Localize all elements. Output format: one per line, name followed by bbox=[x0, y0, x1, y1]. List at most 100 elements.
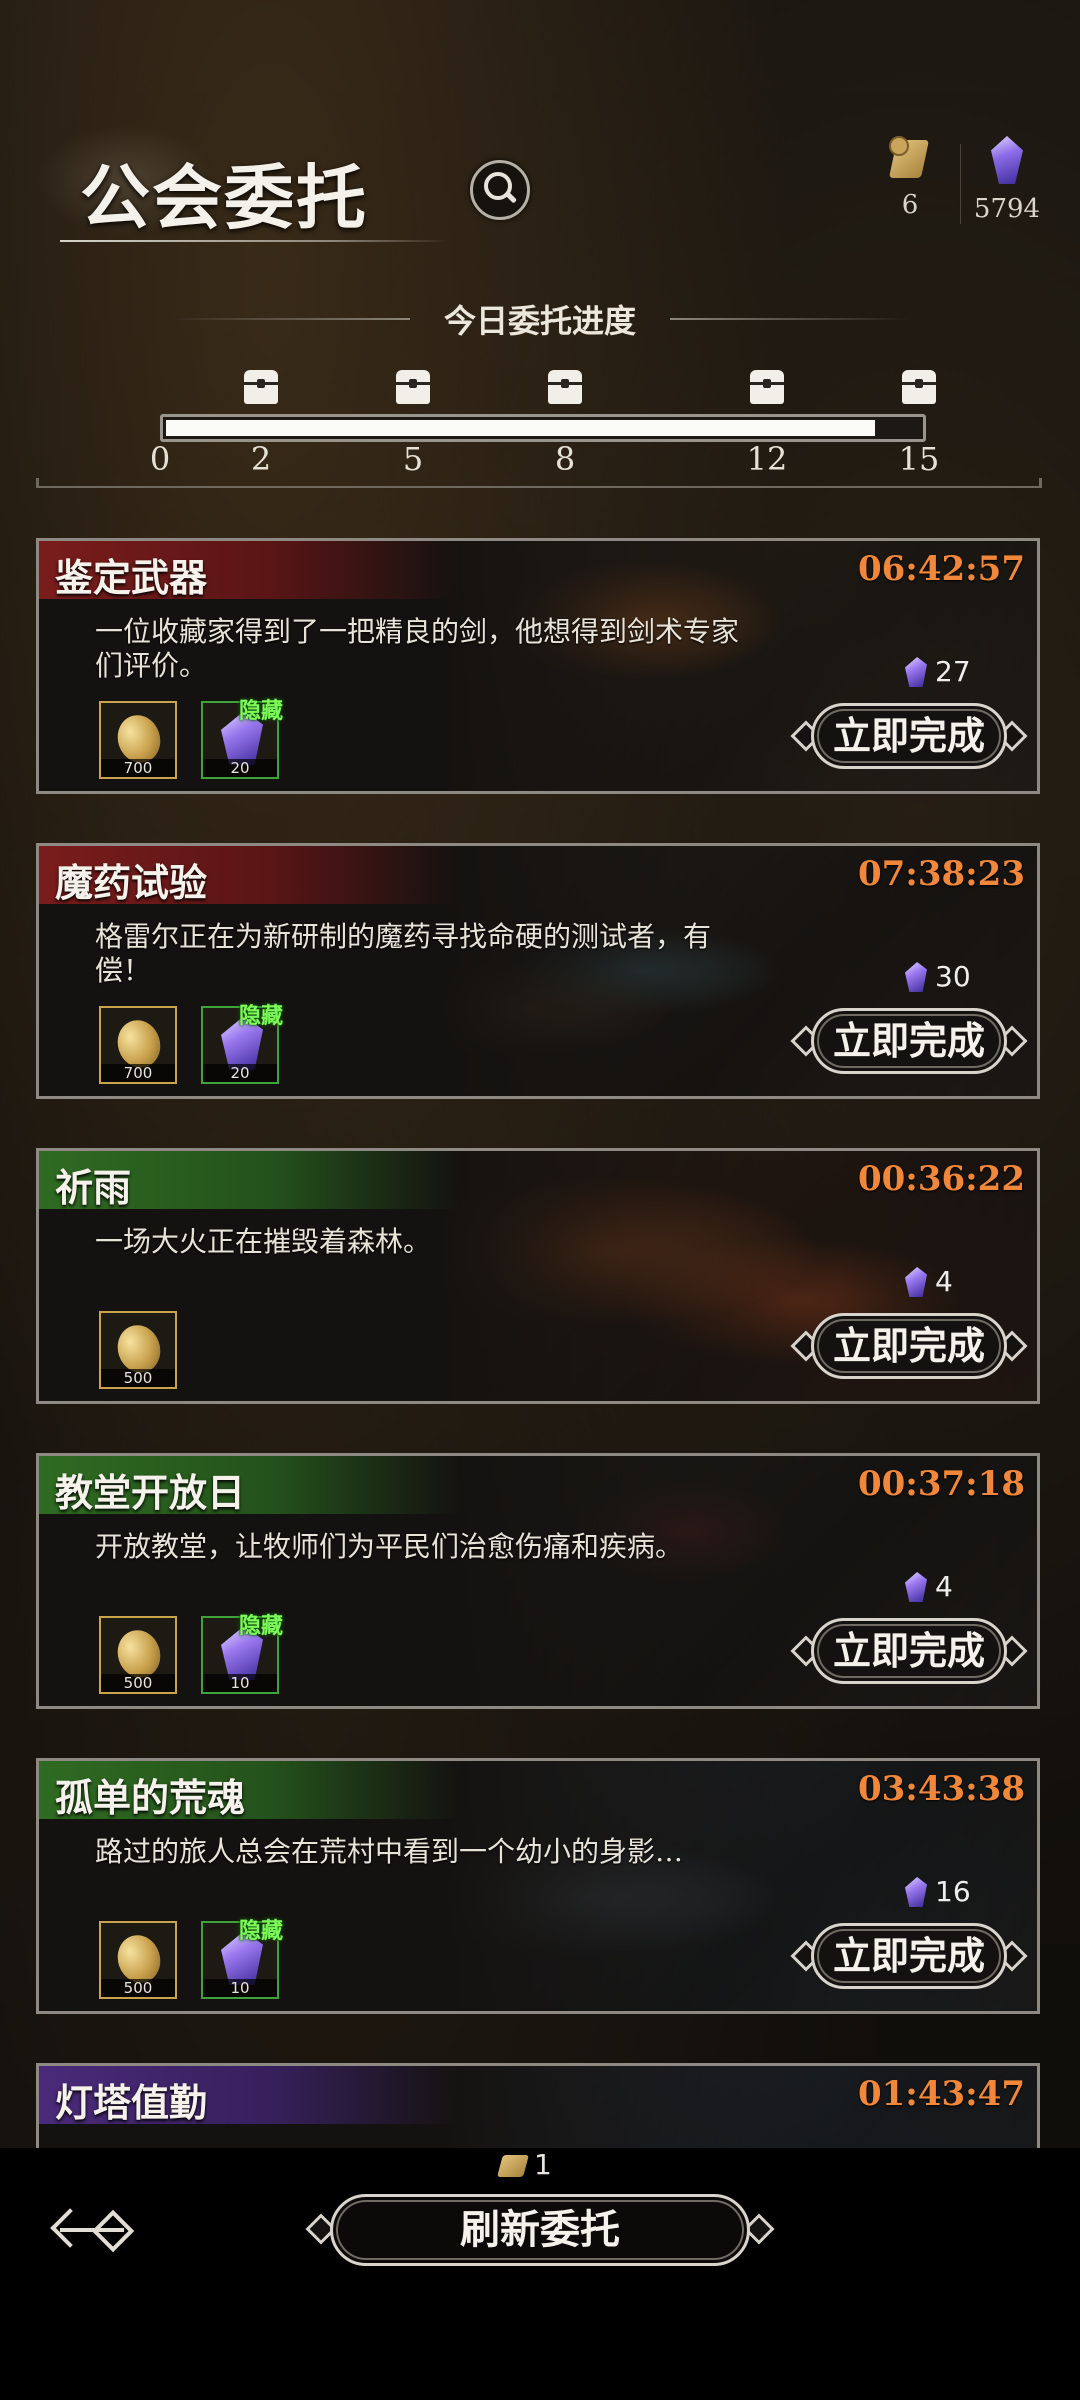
gem-icon bbox=[905, 1572, 927, 1602]
page-title: 公会委托 bbox=[80, 156, 368, 239]
cost-value: 4 bbox=[935, 1265, 953, 1298]
reward-amount: 500 bbox=[101, 1369, 175, 1387]
progress-bar-fill bbox=[166, 420, 875, 436]
quest-name: 祈雨 bbox=[55, 1165, 132, 1210]
currency-gem[interactable]: 5794 bbox=[962, 134, 1052, 224]
reward-gem[interactable]: 20 隐藏 bbox=[201, 698, 283, 779]
quest-name: 灯塔值勤 bbox=[55, 2080, 208, 2125]
cost-value: 4 bbox=[935, 1570, 953, 1603]
quest-name: 鉴定武器 bbox=[55, 555, 208, 600]
title-area: 公会委托 bbox=[30, 120, 530, 242]
chest-icon[interactable] bbox=[548, 370, 582, 404]
quest-cost: 30 bbox=[905, 960, 971, 993]
quest-timer: 00:36:22 bbox=[857, 1159, 1025, 1199]
gem-icon bbox=[905, 1877, 927, 1907]
chest-icon[interactable] bbox=[244, 370, 278, 404]
search-button[interactable] bbox=[470, 160, 530, 220]
gem-icon bbox=[905, 1267, 927, 1297]
reward-gem[interactable]: 20 隐藏 bbox=[201, 1003, 283, 1084]
reward-amount: 700 bbox=[101, 759, 175, 777]
quest-name: 教堂开放日 bbox=[55, 1470, 246, 1515]
quest-cost: 16 bbox=[905, 1875, 971, 1908]
refresh-quests-button[interactable]: 刷新委托 bbox=[305, 2194, 775, 2274]
hidden-tag: 隐藏 bbox=[238, 1003, 283, 1029]
quest-timer: 01:43:47 bbox=[857, 2074, 1025, 2114]
search-icon-handle bbox=[504, 191, 518, 204]
quest-timer: 00:37:18 bbox=[857, 1464, 1025, 1504]
complete-now-button[interactable]: 立即完成 bbox=[790, 1008, 1028, 1080]
quest-description: 一场大火正在摧毁着森林。 bbox=[95, 1225, 432, 1258]
complete-now-label: 立即完成 bbox=[832, 1018, 985, 1063]
complete-now-button[interactable]: 立即完成 bbox=[790, 1313, 1028, 1385]
scroll-count: 6 bbox=[901, 190, 919, 220]
quest-name: 魔药试验 bbox=[55, 860, 208, 905]
quest-description: 格雷尔正在为新研制的魔药寻找命硬的测试者，有偿！ bbox=[95, 920, 712, 987]
reward-amount: 20 bbox=[203, 759, 277, 777]
chest-icon[interactable] bbox=[396, 370, 430, 404]
progress-tick: 0 bbox=[149, 440, 171, 478]
complete-now-label: 立即完成 bbox=[832, 1628, 985, 1673]
quest-description: 一位收藏家得到了一把精良的剑，他想得到剑术专家们评价。 bbox=[95, 615, 740, 682]
gem-icon bbox=[985, 134, 1029, 188]
quest-description: 开放教堂，让牧师们为平民们治愈伤痛和疾病。 bbox=[95, 1530, 684, 1563]
complete-now-label: 立即完成 bbox=[832, 1933, 985, 1978]
refresh-cost-value: 1 bbox=[534, 2148, 552, 2181]
reward-amount: 700 bbox=[101, 1064, 175, 1082]
bottom-bar: 1 刷新委托 bbox=[0, 2148, 1080, 2400]
hidden-tag: 隐藏 bbox=[238, 698, 283, 724]
title-underline bbox=[60, 240, 450, 242]
reward-coin[interactable]: 500 bbox=[99, 1921, 177, 1999]
quest-card[interactable]: 孤单的荒魂 03:43:38 路过的旅人总会在荒村中看到一个幼小的身影… 500… bbox=[36, 1758, 1040, 2014]
progress-tick: 5 bbox=[402, 440, 424, 478]
quest-description: 路过的旅人总会在荒村中看到一个幼小的身影… bbox=[95, 1835, 684, 1868]
reward-amount: 10 bbox=[203, 1674, 277, 1692]
progress-title: 今日委托进度 bbox=[443, 302, 636, 340]
currency-scroll[interactable]: 6 bbox=[865, 134, 955, 220]
quest-timer: 07:38:23 bbox=[857, 854, 1025, 894]
complete-now-label: 立即完成 bbox=[832, 713, 985, 758]
complete-now-button[interactable]: 立即完成 bbox=[790, 1923, 1028, 1995]
refresh-cost: 1 bbox=[497, 2148, 552, 2181]
gem-count: 5794 bbox=[973, 194, 1041, 224]
quest-card[interactable]: 教堂开放日 00:37:18 开放教堂，让牧师们为平民们治愈伤痛和疾病。 500… bbox=[36, 1453, 1040, 1709]
complete-now-label: 立即完成 bbox=[832, 1323, 985, 1368]
quest-card[interactable]: 魔药试验 07:38:23 格雷尔正在为新研制的魔药寻找命硬的测试者，有偿！ 7… bbox=[36, 843, 1040, 1099]
quest-timer: 03:43:38 bbox=[857, 1769, 1025, 1809]
progress-frame bbox=[36, 478, 1042, 488]
gem-shape bbox=[991, 136, 1023, 184]
reward-amount: 10 bbox=[203, 1979, 277, 1997]
quest-name: 孤单的荒魂 bbox=[55, 1775, 246, 1820]
progress-bar bbox=[160, 414, 926, 442]
cost-value: 16 bbox=[935, 1875, 971, 1908]
reward-coin[interactable]: 700 bbox=[99, 701, 177, 779]
progress-tick: 8 bbox=[554, 440, 576, 478]
complete-now-button[interactable]: 立即完成 bbox=[790, 703, 1028, 775]
scroll-icon-roll bbox=[889, 136, 909, 156]
reward-amount: 20 bbox=[203, 1064, 277, 1082]
quest-card[interactable]: 灯塔值勤 01:43:47 bbox=[36, 2063, 1040, 2148]
progress-tick: 2 bbox=[250, 440, 272, 478]
reward-coin[interactable]: 700 bbox=[99, 1006, 177, 1084]
reward-coin[interactable]: 500 bbox=[99, 1311, 177, 1389]
quest-cost: 4 bbox=[905, 1265, 953, 1298]
reward-gem[interactable]: 10 隐藏 bbox=[201, 1918, 283, 1999]
reward-coin[interactable]: 500 bbox=[99, 1616, 177, 1694]
chest-icon[interactable] bbox=[902, 370, 936, 404]
back-button[interactable] bbox=[54, 2202, 135, 2262]
quest-card[interactable]: 鉴定武器 06:42:57 一位收藏家得到了一把精良的剑，他想得到剑术专家们评价… bbox=[36, 538, 1040, 794]
reward-gem[interactable]: 10 隐藏 bbox=[201, 1613, 283, 1694]
gem-icon bbox=[905, 657, 927, 687]
gem-icon bbox=[905, 962, 927, 992]
quest-list[interactable]: 鉴定武器 06:42:57 一位收藏家得到了一把精良的剑，他想得到剑术专家们评价… bbox=[0, 538, 1080, 2148]
chest-icon[interactable] bbox=[750, 370, 784, 404]
refresh-quests-label: 刷新委托 bbox=[460, 2206, 620, 2253]
cost-value: 30 bbox=[935, 960, 971, 993]
complete-now-button[interactable]: 立即完成 bbox=[790, 1618, 1028, 1690]
hidden-tag: 隐藏 bbox=[238, 1613, 283, 1639]
header: 公会委托 6 5794 bbox=[0, 110, 1080, 250]
quest-cost: 4 bbox=[905, 1570, 953, 1603]
back-icon-ornament bbox=[91, 2209, 135, 2253]
quest-card[interactable]: 祈雨 00:36:22 一场大火正在摧毁着森林。 500 4 立即完成 bbox=[36, 1148, 1040, 1404]
currency-divider bbox=[960, 144, 961, 224]
quest-timer: 06:42:57 bbox=[857, 549, 1025, 589]
